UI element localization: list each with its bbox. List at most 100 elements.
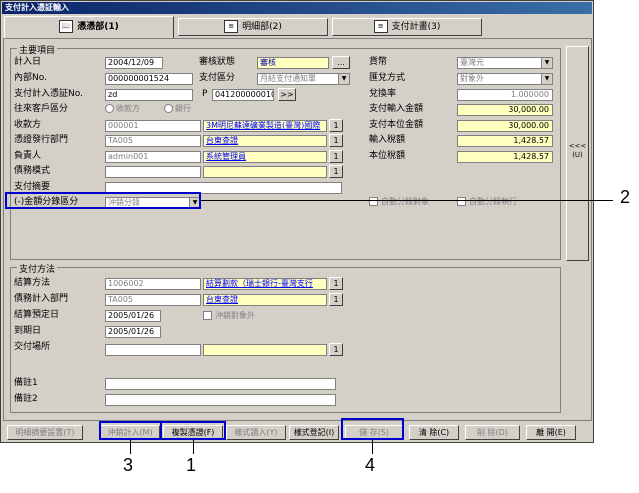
review-field: 審核 bbox=[257, 57, 329, 69]
fx-rate-field[interactable]: 1.000000 bbox=[457, 89, 553, 101]
pay-dept-lookup-button[interactable]: 1 bbox=[329, 293, 343, 306]
local-tax-field[interactable]: 1,428.57 bbox=[457, 151, 553, 163]
p-field[interactable]: 041200000010 bbox=[212, 89, 274, 101]
main-window: 支付計入憑証輸入 📖 憑憑部(1) ≡ 明細部(2) ≡ 支付計畫(3) 主要項目 計… bbox=[0, 0, 594, 443]
payment-no-field[interactable]: zd bbox=[105, 89, 193, 101]
payee-lookup-button[interactable]: 1 bbox=[329, 119, 343, 132]
voucher-mode-name-field bbox=[203, 166, 327, 178]
pay-dist-label: 支付區分 bbox=[199, 73, 236, 83]
fx-rate-label: 兌換率 bbox=[369, 89, 397, 99]
register-template-button[interactable]: 樣式登記(I) bbox=[289, 425, 339, 440]
dept-lookup-button[interactable]: 1 bbox=[329, 134, 343, 147]
pay-dept-code-field[interactable]: TA005 bbox=[105, 294, 201, 306]
dept-code-field[interactable]: TA005 bbox=[105, 135, 201, 147]
local-amount-field[interactable]: 30,000.00 bbox=[457, 120, 553, 132]
callout-4: 4 bbox=[365, 455, 376, 475]
local-amount-label: 支付本位金額 bbox=[369, 120, 424, 130]
plan-date-field[interactable]: 2005/01/26 bbox=[105, 310, 161, 322]
entry-date-label: 計入日 bbox=[14, 57, 42, 67]
offset-exclude-checkbox[interactable]: 沖銷對象外 bbox=[203, 311, 255, 321]
note2-label: 備註2 bbox=[14, 394, 38, 404]
delete-button[interactable]: 削 除(D) bbox=[465, 425, 520, 440]
dept-name-field: 台東查證 bbox=[203, 135, 327, 147]
auto-split-target-checkbox[interactable]: 自動分錄對象 bbox=[369, 197, 429, 207]
radio-icon bbox=[164, 104, 173, 113]
callout-1: 1 bbox=[186, 455, 197, 475]
location-name-field bbox=[203, 344, 327, 356]
payee-label: 收款方 bbox=[14, 120, 42, 130]
voucher-mode-lookup-button[interactable]: 1 bbox=[329, 165, 343, 178]
trade-radio-bank-label: 銀行 bbox=[175, 104, 191, 113]
p-label: P bbox=[202, 89, 208, 99]
callout-3: 3 bbox=[123, 455, 134, 475]
offset-exclude-label: 沖銷對象外 bbox=[215, 311, 255, 320]
location-code-field[interactable] bbox=[105, 344, 201, 356]
auto-split-run-label: 自動分錄執行 bbox=[469, 197, 517, 206]
detail-summary-button[interactable]: 明細摘要設置(T) bbox=[7, 425, 83, 440]
auto-split-run-checkbox[interactable]: 自動分錄執行 bbox=[457, 197, 517, 207]
pay-dept-name-field: 台東查證 bbox=[203, 294, 327, 306]
entry-date-field[interactable]: 2004/12/09 bbox=[105, 57, 163, 69]
tab-header[interactable]: 📖 憑憑部(1) bbox=[4, 16, 174, 38]
internal-no-field[interactable]: 000000001524 bbox=[105, 73, 193, 85]
fx-method-value: 對象外 bbox=[460, 74, 484, 83]
load-template-button[interactable]: 樣式讀入(Y) bbox=[226, 425, 286, 440]
checkbox-icon bbox=[369, 197, 378, 206]
highlight-offset-entry bbox=[99, 421, 162, 440]
trade-radio-payee-label: 收款方 bbox=[116, 104, 140, 113]
pay-amount-field[interactable]: 30,000.00 bbox=[457, 104, 553, 116]
clear-button[interactable]: 清 除(C) bbox=[409, 425, 459, 440]
trade-radio-payee[interactable]: 收款方 bbox=[105, 103, 140, 115]
fx-method-select[interactable]: 對象外 ▼ bbox=[457, 73, 553, 85]
side-expand-button[interactable]: <<< (U) bbox=[566, 46, 589, 261]
plan-date-label: 結算預定日 bbox=[14, 310, 60, 320]
person-lookup-button[interactable]: 1 bbox=[329, 150, 343, 163]
chevron-down-icon: ▼ bbox=[541, 74, 552, 84]
method-label: 結算方法 bbox=[14, 278, 51, 288]
tab-plan[interactable]: ≡ 支付計畫(3) bbox=[332, 18, 482, 36]
voucher-mode-field[interactable] bbox=[105, 166, 201, 178]
currency-select[interactable]: 臺灣元 ▼ bbox=[457, 57, 553, 69]
payment-no-label: 支付計入憑証No. bbox=[14, 89, 83, 99]
payee-name-field: 3M明尼蘇達礦業製造(臺灣)國際 bbox=[203, 120, 327, 132]
local-tax-label: 本位稅額 bbox=[369, 151, 406, 161]
callout-2: 2 bbox=[620, 187, 631, 207]
person-code-field[interactable]: admin001 bbox=[105, 151, 201, 163]
location-label: 交付場所 bbox=[14, 342, 51, 352]
exit-button[interactable]: 離 開(E) bbox=[526, 425, 576, 440]
voucher-mode-label: 債務模式 bbox=[14, 166, 51, 176]
trade-dist-label: 往來客戶區分 bbox=[14, 104, 69, 114]
review-ellipsis-button[interactable]: ... bbox=[332, 56, 350, 69]
window-title: 支付計入憑証輸入 bbox=[2, 2, 592, 14]
checkbox-icon bbox=[203, 311, 212, 320]
input-tax-field[interactable]: 1,428.57 bbox=[457, 135, 553, 147]
document-icon: ≡ bbox=[373, 20, 388, 33]
note1-field[interactable] bbox=[105, 378, 336, 390]
review-label: 審核狀態 bbox=[199, 57, 236, 67]
person-name-field: 系統管理員 bbox=[203, 151, 327, 163]
tab-detail[interactable]: ≡ 明細部(2) bbox=[178, 18, 328, 36]
pay-dist-value: 月結支付通知單 bbox=[260, 74, 316, 83]
auto-split-target-label: 自動分錄對象 bbox=[381, 197, 429, 206]
p-more-button[interactable]: >> bbox=[278, 88, 296, 101]
tab-header-label: 憑憑部(1) bbox=[77, 22, 119, 32]
pay-amount-label: 支付輸入金額 bbox=[369, 104, 424, 114]
location-lookup-button[interactable]: 1 bbox=[329, 343, 343, 356]
tab-panel: 主要項目 計入日 內部No. 支付計入憑証No. 往來客戶區分 收款方 憑證發行… bbox=[3, 38, 592, 421]
callout-line-3 bbox=[130, 440, 131, 454]
due-date-field[interactable]: 2005/01/26 bbox=[105, 326, 161, 338]
payee-code-field[interactable]: 000001 bbox=[105, 120, 201, 132]
input-tax-label: 輸入稅額 bbox=[369, 135, 406, 145]
dept-label: 憑證發行部門 bbox=[14, 135, 69, 145]
tab-bar: 📖 憑憑部(1) ≡ 明細部(2) ≡ 支付計畫(3) bbox=[2, 16, 592, 38]
due-date-label: 到期日 bbox=[14, 326, 42, 336]
trade-radio-bank[interactable]: 銀行 bbox=[164, 103, 191, 115]
note2-field[interactable] bbox=[105, 394, 336, 406]
note1-label: 備註1 bbox=[14, 378, 38, 388]
method-name-field: 結算劃款（瑞士銀行-臺灣支行 bbox=[203, 278, 327, 290]
method-code-field[interactable]: 1006002 bbox=[105, 278, 201, 290]
person-label: 負責人 bbox=[14, 151, 42, 161]
pay-dist-select[interactable]: 月結支付通知單 ▼ bbox=[257, 73, 350, 85]
method-lookup-button[interactable]: 1 bbox=[329, 277, 343, 290]
fx-method-label: 匯兌方式 bbox=[369, 73, 406, 83]
